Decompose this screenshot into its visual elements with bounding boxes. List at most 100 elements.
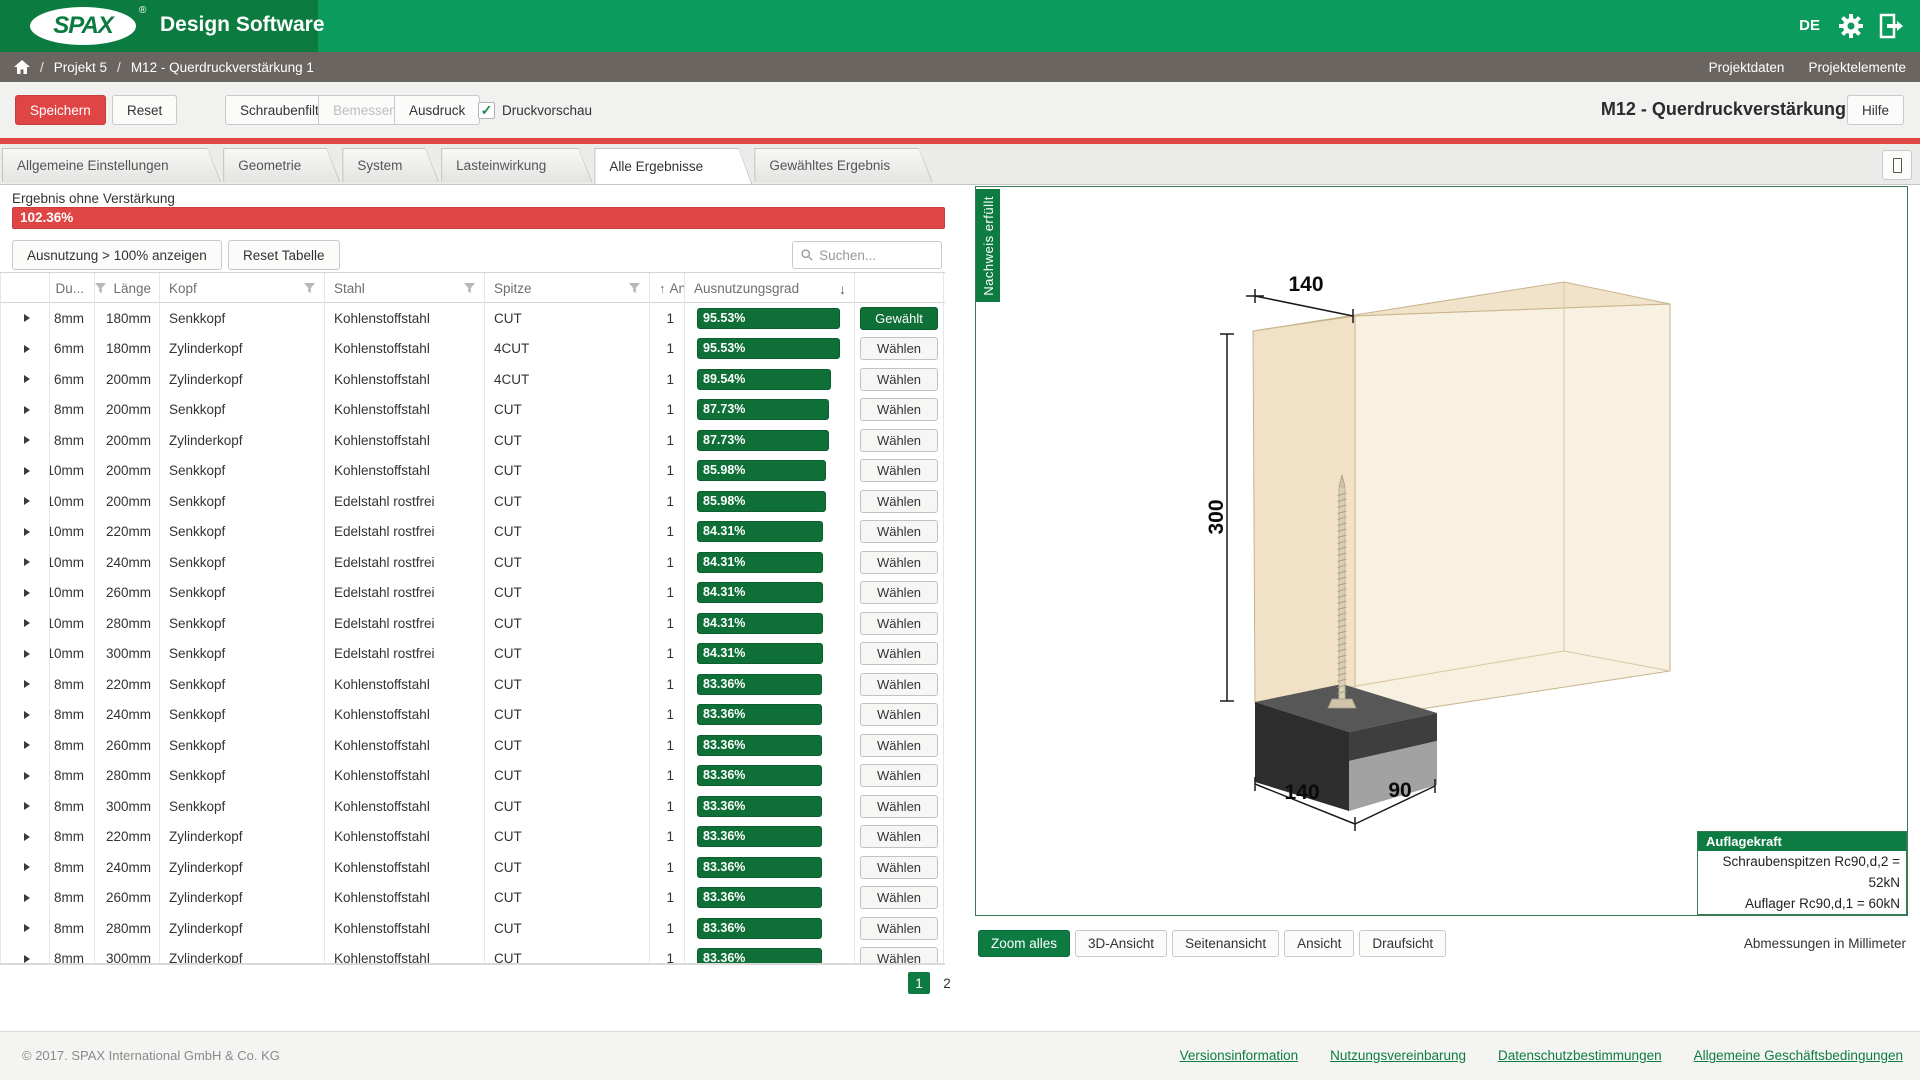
expand-row-icon[interactable] [24, 497, 30, 505]
expand-row-icon[interactable] [24, 314, 30, 322]
expand-row-icon[interactable] [24, 711, 30, 719]
view-button-3d-ansicht[interactable]: 3D-Ansicht [1075, 930, 1167, 957]
3d-model-view[interactable]: 140 300 140 90 [976, 187, 1907, 915]
filter-icon[interactable] [304, 283, 316, 294]
language-selector[interactable]: DE [1799, 17, 1820, 34]
page-button-1[interactable]: 1 [908, 972, 930, 994]
expand-row-icon[interactable] [24, 924, 30, 932]
select-result-button[interactable]: Wählen [860, 764, 938, 787]
select-result-button[interactable]: Wählen [860, 642, 938, 665]
save-button[interactable]: Speichern [15, 95, 106, 125]
expand-row-icon[interactable] [24, 772, 30, 780]
select-result-button[interactable]: Wählen [860, 673, 938, 696]
tab-gew-hltes-ergebnis[interactable]: Gewähltes Ergebnis [754, 148, 932, 182]
select-result-button[interactable]: Gewählt [860, 307, 938, 330]
select-result-button[interactable]: Wählen [860, 398, 938, 421]
table-row[interactable]: 8mm 220mm Senkkopf Kohlenstoffstahl CUT … [0, 669, 945, 700]
select-result-button[interactable]: Wählen [860, 917, 938, 940]
view-button-zoom-alles[interactable]: Zoom alles [978, 930, 1070, 957]
table-row[interactable]: 10mm 200mm Senkkopf Edelstahl rostfrei C… [0, 486, 945, 517]
expand-row-icon[interactable] [24, 436, 30, 444]
header-length[interactable]: Länge [95, 273, 160, 304]
select-result-button[interactable]: Wählen [860, 795, 938, 818]
table-row[interactable]: 8mm 220mm Zylinderkopf Kohlenstoffstahl … [0, 822, 945, 853]
expand-row-icon[interactable] [24, 741, 30, 749]
select-result-button[interactable]: Wählen [860, 520, 938, 543]
table-row[interactable]: 10mm 300mm Senkkopf Edelstahl rostfrei C… [0, 639, 945, 670]
tab-lasteinwirkung[interactable]: Lasteinwirkung [441, 148, 592, 182]
footer-link-datenschutzbestimmungen[interactable]: Datenschutzbestimmungen [1498, 1048, 1662, 1063]
select-result-button[interactable]: Wählen [860, 886, 938, 909]
expand-row-icon[interactable] [24, 619, 30, 627]
gear-icon[interactable] [1838, 13, 1864, 39]
footer-link-allgemeine-gesch-ftsbedingungen[interactable]: Allgemeine Geschäftsbedingungen [1694, 1048, 1903, 1063]
header-count[interactable]: ↑ An.. [650, 273, 685, 304]
print-preview-checkbox[interactable]: ✓ [478, 102, 495, 119]
table-row[interactable]: 10mm 280mm Senkkopf Edelstahl rostfrei C… [0, 608, 945, 639]
expand-row-icon[interactable] [24, 833, 30, 841]
table-row[interactable]: 8mm 200mm Senkkopf Kohlenstoffstahl CUT … [0, 395, 945, 426]
header-utilization[interactable]: Ausnutzungsgrad ↓ [685, 273, 855, 304]
header-steel[interactable]: Stahl [325, 273, 485, 304]
search-box[interactable] [792, 241, 942, 269]
select-result-button[interactable]: Wählen [860, 734, 938, 757]
table-row[interactable]: 8mm 280mm Zylinderkopf Kohlenstoffstahl … [0, 913, 945, 944]
expand-row-icon[interactable] [24, 894, 30, 902]
expand-row-icon[interactable] [24, 955, 30, 963]
expand-row-icon[interactable] [24, 650, 30, 658]
expand-row-icon[interactable] [24, 680, 30, 688]
view-button-seitenansicht[interactable]: Seitenansicht [1172, 930, 1279, 957]
select-result-button[interactable]: Wählen [860, 612, 938, 635]
expand-row-icon[interactable] [24, 345, 30, 353]
breadcrumb-link-projektdaten[interactable]: Projektdaten [1709, 60, 1785, 75]
search-input[interactable] [819, 248, 933, 263]
logout-icon[interactable] [1878, 13, 1904, 39]
expand-row-icon[interactable] [24, 863, 30, 871]
breadcrumb-item-element[interactable]: M12 - Querdruckverstärkung 1 [131, 60, 314, 75]
reset-table-button[interactable]: Reset Tabelle [228, 240, 340, 270]
reset-button[interactable]: Reset [112, 95, 177, 125]
select-result-button[interactable]: Wählen [860, 551, 938, 574]
filter-icon[interactable] [464, 283, 476, 294]
tab-geometrie[interactable]: Geometrie [223, 148, 340, 182]
select-result-button[interactable]: Wählen [860, 825, 938, 848]
help-button[interactable]: Hilfe [1847, 95, 1904, 125]
table-row[interactable]: 8mm 180mm Senkkopf Kohlenstoffstahl CUT … [0, 303, 945, 334]
header-head[interactable]: Kopf [160, 273, 325, 304]
select-result-button[interactable]: Wählen [860, 856, 938, 879]
breadcrumb-item-project[interactable]: Projekt 5 [54, 60, 107, 75]
table-row[interactable]: 10mm 200mm Senkkopf Kohlenstoffstahl CUT… [0, 456, 945, 487]
table-row[interactable]: 8mm 240mm Senkkopf Kohlenstoffstahl CUT … [0, 700, 945, 731]
select-result-button[interactable]: Wählen [860, 703, 938, 726]
expand-row-icon[interactable] [24, 558, 30, 566]
print-button[interactable]: Ausdruck [394, 95, 480, 125]
breadcrumb-link-projektelemente[interactable]: Projektelemente [1808, 60, 1906, 75]
table-row[interactable]: 8mm 280mm Senkkopf Kohlenstoffstahl CUT … [0, 761, 945, 792]
select-result-button[interactable]: Wählen [860, 429, 938, 452]
expand-row-icon[interactable] [24, 406, 30, 414]
expand-row-icon[interactable] [24, 802, 30, 810]
table-row[interactable]: 8mm 300mm Zylinderkopf Kohlenstoffstahl … [0, 944, 945, 966]
table-row[interactable]: 8mm 260mm Zylinderkopf Kohlenstoffstahl … [0, 883, 945, 914]
show-over-100-button[interactable]: Ausnutzung > 100% anzeigen [12, 240, 222, 270]
footer-link-nutzungsvereinbarung[interactable]: Nutzungsvereinbarung [1330, 1048, 1466, 1063]
header-diameter[interactable]: Du... [50, 273, 95, 304]
header-tip[interactable]: Spitze [485, 273, 650, 304]
select-result-button[interactable]: Wählen [860, 581, 938, 604]
select-result-button[interactable]: Wählen [860, 368, 938, 391]
expand-row-icon[interactable] [24, 375, 30, 383]
table-row[interactable]: 6mm 200mm Zylinderkopf Kohlenstoffstahl … [0, 364, 945, 395]
table-row[interactable]: 8mm 240mm Zylinderkopf Kohlenstoffstahl … [0, 852, 945, 883]
table-row[interactable]: 10mm 240mm Senkkopf Edelstahl rostfrei C… [0, 547, 945, 578]
expand-row-icon[interactable] [24, 467, 30, 475]
select-result-button[interactable]: Wählen [860, 337, 938, 360]
table-row[interactable]: 8mm 300mm Senkkopf Kohlenstoffstahl CUT … [0, 791, 945, 822]
table-row[interactable]: 6mm 180mm Zylinderkopf Kohlenstoffstahl … [0, 334, 945, 365]
view-button-ansicht[interactable]: Ansicht [1284, 930, 1354, 957]
table-row[interactable]: 8mm 260mm Senkkopf Kohlenstoffstahl CUT … [0, 730, 945, 761]
filter-icon[interactable] [629, 283, 641, 294]
tab-allgemeine-einstellungen[interactable]: Allgemeine Einstellungen [2, 148, 221, 182]
expand-row-icon[interactable] [24, 528, 30, 536]
expand-row-icon[interactable] [24, 589, 30, 597]
table-row[interactable]: 10mm 220mm Senkkopf Edelstahl rostfrei C… [0, 517, 945, 548]
